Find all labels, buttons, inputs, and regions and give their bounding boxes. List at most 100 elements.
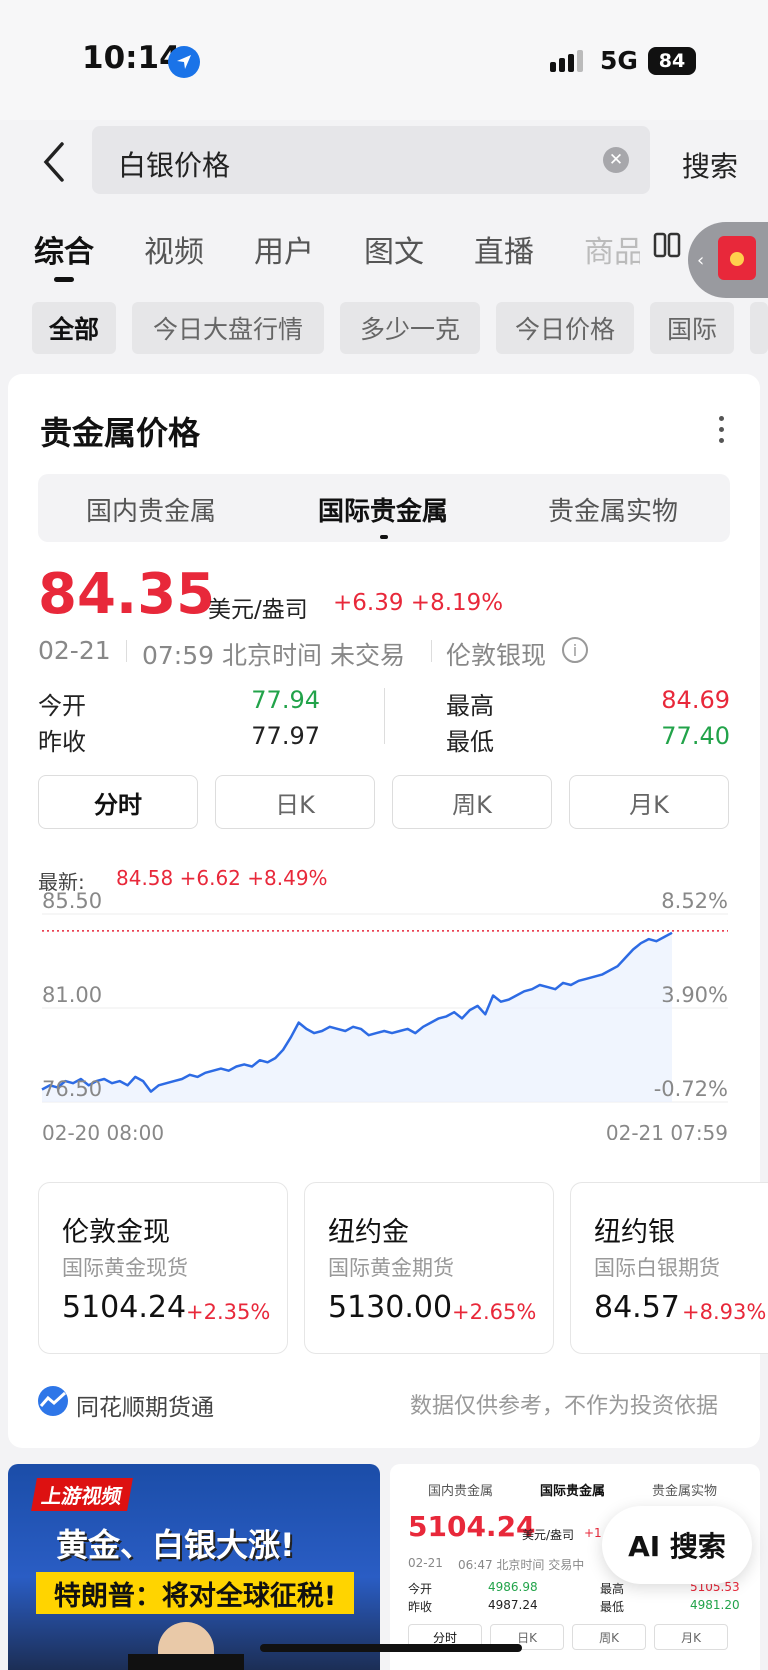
ai-search-button[interactable]: AI 搜索 — [602, 1506, 752, 1584]
market-pct: +2.65% — [452, 1300, 537, 1324]
y-tick-label: 76.50 — [42, 1077, 102, 1101]
status-time: 10:14 — [82, 40, 181, 76]
tab-live[interactable]: 直播 — [474, 227, 534, 271]
preview-segment: 国内贵金属 — [428, 1484, 494, 1499]
y-tick-label: 81.00 — [42, 983, 102, 1007]
instrument-name: 伦敦银现 — [446, 641, 547, 670]
preview-prev-label: 昨收 — [408, 1600, 433, 1614]
preview-low: 4981.20 — [690, 1598, 740, 1612]
x-tick-label: 02-21 07:59 — [606, 1121, 728, 1140]
tab-goods[interactable]: 商品 — [584, 227, 640, 271]
tab-indicator — [54, 277, 74, 282]
period-daily[interactable]: 日K — [215, 775, 375, 829]
market-value: 5130.00 — [328, 1290, 453, 1325]
back-icon[interactable] — [40, 140, 66, 184]
video-badge: 上游视频 — [31, 1478, 133, 1511]
preview-open: 4986.98 — [488, 1580, 538, 1594]
high-value: 84.69 — [661, 686, 730, 714]
low-value: 77.40 — [661, 722, 730, 750]
data-source[interactable]: 同花顺期货通 — [76, 1388, 214, 1422]
latest-value: 84.58 +6.62 +8.49% — [116, 866, 328, 890]
home-indicator — [260, 1644, 522, 1652]
tab-comprehensive[interactable]: 综合 — [34, 227, 94, 271]
prev-close-value: 77.97 — [251, 722, 320, 750]
tab-articles[interactable]: 图文 — [364, 227, 424, 271]
open-value: 77.94 — [251, 686, 320, 714]
market-value: 84.57 — [594, 1290, 680, 1325]
market-subtitle: 国际黄金现货 — [62, 1256, 188, 1280]
chip-international[interactable]: 国际 — [650, 302, 734, 354]
video-subline: 特朗普：将对全球征税! — [36, 1572, 354, 1614]
segment-physical[interactable]: 贵金属实物 — [548, 491, 678, 528]
network-type: 5G — [600, 46, 638, 75]
battery-icon: 84 — [648, 47, 696, 75]
preview-low-label: 最低 — [600, 1600, 625, 1614]
segment-domestic[interactable]: 国内贵金属 — [86, 491, 216, 528]
open-label: 今开 — [38, 692, 86, 720]
y-tick-label: 85.50 — [42, 890, 102, 913]
chip-overflow[interactable] — [750, 302, 768, 354]
preview-date: 02-21 — [408, 1556, 443, 1570]
period-monthly[interactable]: 月K — [569, 775, 729, 829]
preview-change: +1 — [584, 1526, 602, 1540]
preview-prev: 4987.24 — [488, 1598, 538, 1612]
high-label: 最高 — [446, 692, 494, 720]
chip-per-gram[interactable]: 多少一克 — [340, 302, 480, 354]
y-right-tick-label: 3.90% — [661, 983, 728, 1007]
disclaimer: 数据仅供参考，不作为投资依据 — [410, 1394, 719, 1419]
card-title: 贵金属价格 — [40, 414, 201, 452]
market-value: 5104.24 — [62, 1290, 187, 1325]
preview-price: 5104.24 — [408, 1510, 536, 1543]
ths-logo-icon — [38, 1386, 68, 1416]
market-title: 纽约银 — [594, 1217, 675, 1248]
y-right-tick-label: -0.72% — [654, 1077, 728, 1101]
current-price: 84.35 — [38, 562, 216, 627]
segment-indicator — [380, 535, 388, 539]
video-headline: 黄金、白银大涨! — [56, 1526, 295, 1564]
more-icon[interactable] — [719, 416, 725, 449]
search-button[interactable]: 搜索 — [682, 145, 738, 185]
tab-users[interactable]: 用户 — [254, 227, 314, 271]
price-change: +6.39 +8.19% — [333, 590, 504, 616]
prev-close-label: 昨收 — [38, 728, 86, 756]
market-subtitle: 国际黄金期货 — [328, 1256, 454, 1280]
market-subtitle: 国际白银期货 — [594, 1256, 720, 1280]
intraday-chart[interactable]: 85.50 81.00 76.50 8.52% 3.90% -0.72% 02-20 08:… — [0, 890, 768, 1140]
segment-international[interactable]: 国际贵金属 — [318, 491, 448, 528]
preview-unit: 美元/盎司 — [522, 1528, 575, 1542]
y-right-tick-label: 8.52% — [661, 890, 728, 913]
location-icon — [168, 46, 200, 78]
search-query[interactable]: 白银价格 — [118, 144, 230, 184]
preview-open-label: 今开 — [408, 1582, 433, 1596]
preview-status: 06:47 北京时间 交易中 — [458, 1558, 585, 1572]
market-pct: +2.35% — [186, 1300, 271, 1324]
preview-period: 周K — [572, 1624, 646, 1650]
period-intraday[interactable]: 分时 — [38, 775, 198, 829]
chip-market[interactable]: 今日大盘行情 — [132, 302, 324, 354]
signal-icon — [550, 50, 586, 72]
chip-today-price[interactable]: 今日价格 — [496, 302, 634, 354]
info-icon[interactable]: i — [562, 637, 588, 663]
divider — [126, 640, 127, 662]
preview-period: 月K — [654, 1624, 728, 1650]
market-pct: +8.93% — [682, 1300, 767, 1324]
preview-segment: 贵金属实物 — [652, 1484, 718, 1499]
trade-date: 02-21 — [38, 636, 111, 665]
divider — [431, 640, 432, 662]
preview-high-label: 最高 — [600, 1582, 625, 1596]
period-weekly[interactable]: 周K — [392, 775, 552, 829]
market-title: 纽约金 — [328, 1217, 409, 1248]
low-label: 最低 — [446, 728, 494, 756]
x-tick-label: 02-20 08:00 — [42, 1121, 164, 1140]
red-packet-icon[interactable] — [718, 236, 756, 280]
price-unit: 美元/盎司 — [208, 597, 308, 623]
person-suit — [128, 1654, 244, 1670]
video-thumbnail[interactable]: 上游视频 黄金、白银大涨! 特朗普：将对全球征税! — [8, 1464, 380, 1670]
chip-all[interactable]: 全部 — [32, 302, 116, 354]
trade-status: 07:59 北京时间 未交易 — [142, 641, 405, 670]
clear-icon[interactable]: ✕ — [603, 147, 629, 173]
dual-column-icon[interactable] — [653, 232, 681, 264]
divider — [384, 688, 385, 744]
collapse-icon[interactable]: ‹ — [697, 250, 704, 271]
tab-video[interactable]: 视频 — [144, 227, 204, 271]
